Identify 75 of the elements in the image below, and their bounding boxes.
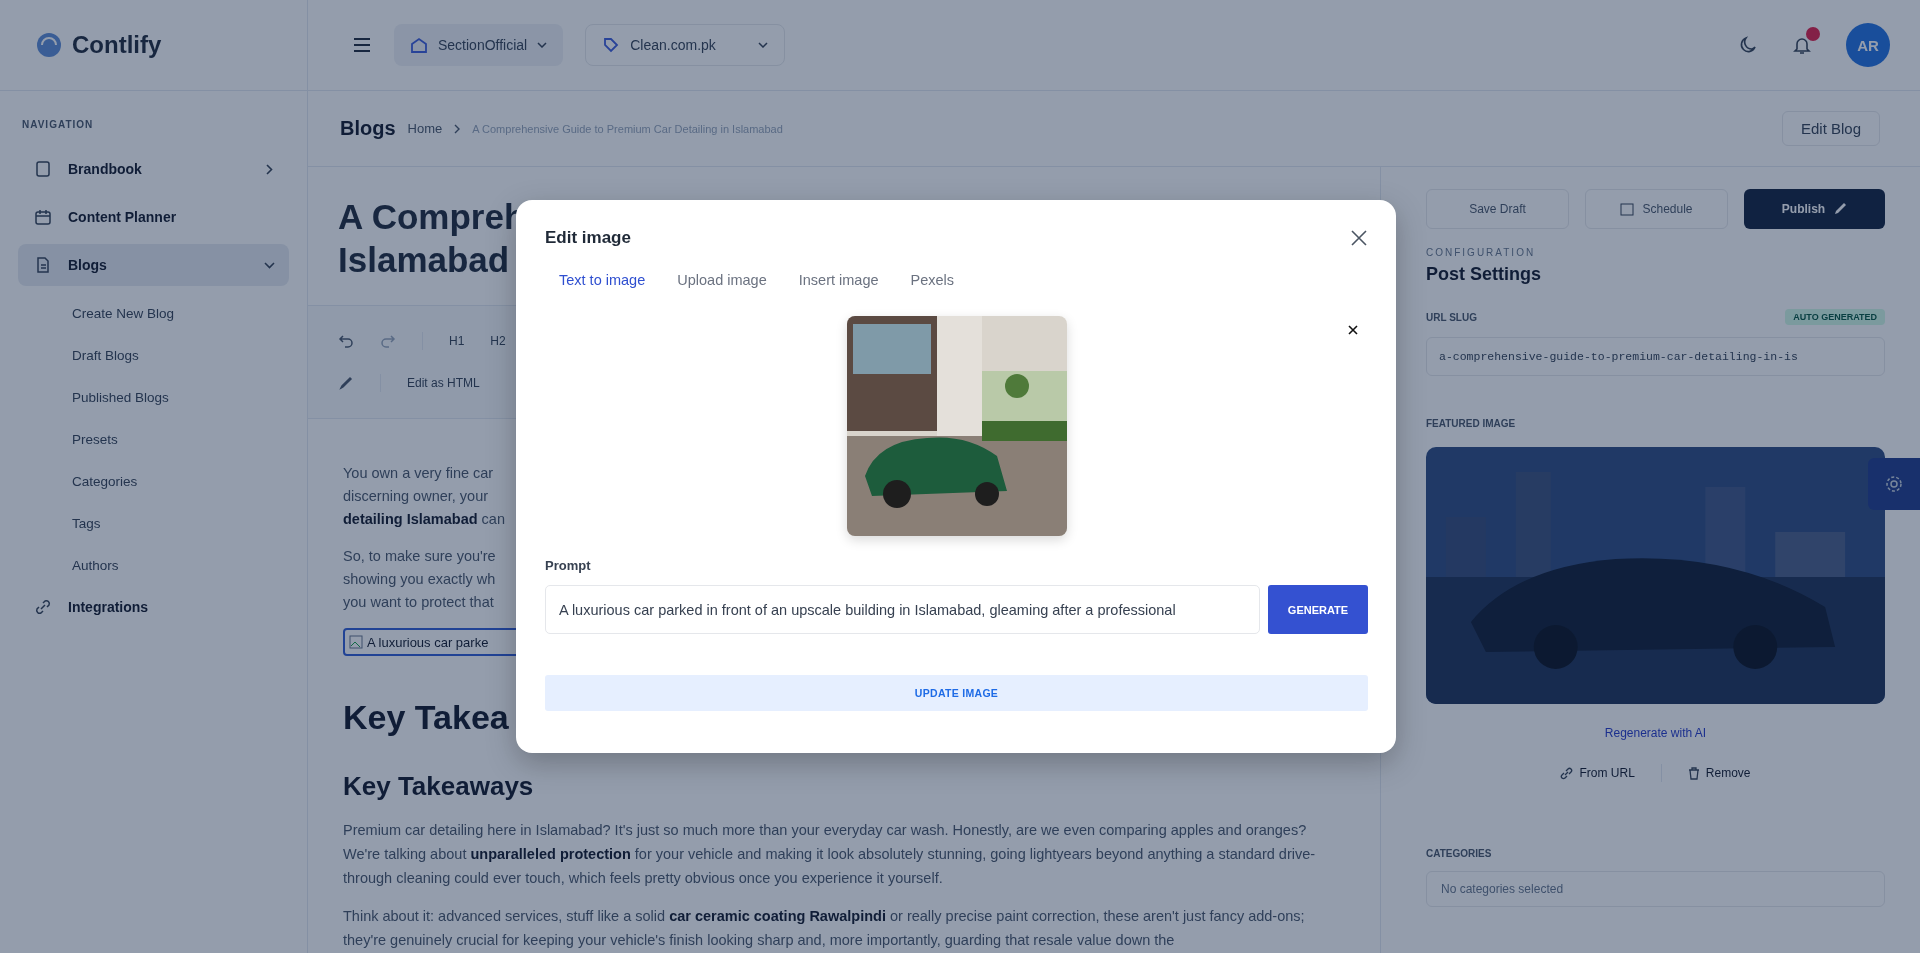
chevron-down-icon <box>537 42 548 48</box>
tab[interactable]: Insert image <box>784 264 893 296</box>
document-icon <box>34 256 52 274</box>
home-icon <box>410 36 428 54</box>
trash-icon <box>1687 766 1700 780</box>
paragraph-line: detailing Islamabad can <box>343 510 505 529</box>
tab[interactable]: Upload image <box>663 264 781 296</box>
save-draft-button[interactable]: Save Draft <box>1426 189 1569 229</box>
sidebar-subitem[interactable]: Draft Blogs <box>18 334 289 376</box>
panel-heading: Post Settings <box>1426 264 1542 285</box>
remove-button[interactable]: Remove <box>1687 766 1751 780</box>
slug-field[interactable]: a-comprehensive-guide-to-premium-car-detailing-in-is <box>1426 337 1885 376</box>
sidebar-item[interactable]: Blogs <box>18 244 289 286</box>
paragraph-line: you want to protect that <box>343 593 494 612</box>
sidebar-subitem[interactable]: Presets <box>18 418 289 460</box>
heading-button[interactable]: H2 <box>490 334 506 348</box>
menu-icon[interactable] <box>352 36 372 54</box>
undo-icon[interactable] <box>338 333 354 349</box>
generate-button[interactable]: GENERATE <box>1268 585 1368 634</box>
bell-icon[interactable] <box>1792 35 1812 55</box>
field-label: CATEGORIES <box>1426 848 1493 859</box>
sidebar-item[interactable]: Brandbook <box>18 148 289 190</box>
paragraph: Premium car detailing here in Islamabad? It's just so much more than your everyday car wash. Honestly, are we even comparing apples and oranges? We're talking about unparalleled protection for your vehicle and making it look absolutely stunning, going lightyears beyond anything a standard drive-through cleaning could ever touch, which feels pretty obvious once you experience it yourself. <box>343 821 1317 888</box>
field-label: URL SLUG <box>1426 311 1477 323</box>
tag-icon <box>602 36 621 54</box>
remove-image-icon[interactable] <box>1348 325 1358 335</box>
pen-icon[interactable] <box>338 375 354 391</box>
settings-tab[interactable] <box>1868 458 1920 510</box>
prompt-field[interactable]: A luxurious car parked in front of an upscale building in Islamabad, gleaming after a professional <box>545 585 1260 634</box>
regenerate-link[interactable]: Regenerate with AI <box>1426 726 1885 740</box>
dialog-title: Edit image <box>545 228 631 248</box>
paragraph-line: So, to make sure you're <box>343 547 496 566</box>
heading-button[interactable]: H1 <box>449 334 465 348</box>
status-badge: AUTO GENERATED <box>1785 309 1885 325</box>
post-title: Islamabad <box>338 239 510 281</box>
tab[interactable]: Pexels <box>896 264 969 296</box>
close-icon[interactable] <box>1350 229 1368 247</box>
edit-html-button[interactable]: Edit as HTML <box>407 376 480 390</box>
paragraph-line: You own a very fine car <box>343 464 494 483</box>
moon-icon[interactable] <box>1738 35 1758 55</box>
chevron-right-icon <box>454 123 461 134</box>
field-label: FEATURED IMAGE <box>1426 418 1517 429</box>
field-label: Prompt <box>545 558 592 573</box>
sidebar-subitem[interactable]: Published Blogs <box>18 376 289 418</box>
page-title: Blogs <box>340 117 396 140</box>
paragraph: Think about it: advanced services, stuff like a solid car ceramic coating Rawalpindi or really precise paint correction, these aren't just fancy add-ons; they're genuinely crucial for keeping your vehicle's finish looking sharp and, more importantly, guarding that resale value down the <box>343 907 1306 950</box>
schedule-button[interactable]: Schedule <box>1585 189 1728 229</box>
sidebar-item[interactable]: Content Planner <box>18 196 289 238</box>
site-selector[interactable]: Clean.com.pk <box>585 24 786 66</box>
from-url-button[interactable]: From URL <box>1560 766 1635 780</box>
sidebar-subitem[interactable]: Authors <box>18 544 289 586</box>
sidebar-subitem[interactable]: Categories <box>18 460 289 502</box>
content-heading: Key Takeaways <box>343 771 534 802</box>
user-avatar[interactable]: AR <box>1846 23 1890 67</box>
logo-icon <box>36 32 62 58</box>
categories-field[interactable]: No categories selected <box>1426 871 1885 907</box>
paragraph-line: discerning owner, your <box>343 487 489 506</box>
publish-button[interactable]: Publish <box>1744 189 1885 229</box>
update-image-button[interactable]: UPDATE IMAGE <box>545 675 1368 711</box>
workspace-selector[interactable]: SectionOfficial <box>394 24 564 66</box>
breadcrumb-link[interactable]: Home <box>407 121 443 136</box>
tab[interactable]: Text to image <box>545 264 660 296</box>
section-label: NAVIGATION <box>22 119 95 130</box>
link-icon <box>34 598 52 616</box>
sidebar-subitem[interactable]: Create New Blog <box>18 292 289 334</box>
settings-icon <box>1884 474 1904 494</box>
paragraph-line: showing you exactly wh <box>343 570 496 589</box>
section-label: CONFIGURATION <box>1426 247 1537 258</box>
link-icon <box>1560 766 1574 780</box>
logo-text: Contlify <box>72 31 162 59</box>
edit-blog-label: Edit Blog <box>1781 111 1880 146</box>
sidebar-subitem[interactable]: Tags <box>18 502 289 544</box>
chevron-down-icon <box>758 42 769 48</box>
content-heading: Key Takea <box>343 697 509 737</box>
sidebar-item[interactable]: Integrations <box>18 586 289 628</box>
